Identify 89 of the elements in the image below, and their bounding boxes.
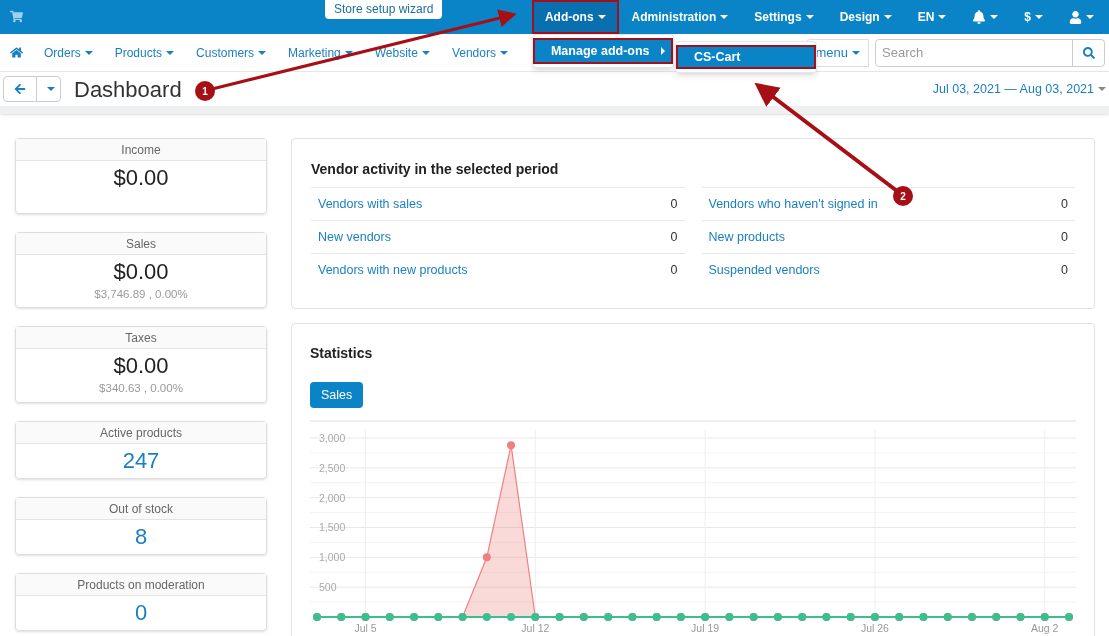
- nav-item[interactable]: Customers: [185, 43, 278, 62]
- caret-right-icon: [660, 47, 665, 55]
- caret-icon: [84, 50, 93, 55]
- caret-icon: [1035, 15, 1043, 19]
- caret-icon: [421, 50, 430, 55]
- nav-item[interactable]: Marketing: [277, 43, 364, 62]
- panel-title: Statistics: [310, 344, 374, 363]
- caret-icon: [938, 15, 947, 19]
- top-menu-item[interactable]: Add-ons: [531, 0, 619, 34]
- activity-link[interactable]: Vendors with new products: [318, 260, 468, 280]
- activity-link[interactable]: Vendors who haven't signed in: [708, 194, 878, 214]
- stat-label: Out of stock: [16, 497, 266, 520]
- axis-label: Jul 12: [521, 622, 550, 634]
- top-menu-item[interactable]: Administration: [618, 0, 742, 34]
- nav-item[interactable]: Orders: [33, 43, 104, 62]
- point: [507, 613, 516, 621]
- activity-link[interactable]: Vendors with sales: [318, 194, 423, 214]
- stat-value: 0: [134, 598, 148, 627]
- axis-label: 1,500: [319, 521, 346, 534]
- arrow-left-icon: [14, 83, 26, 95]
- bell-icon: [972, 10, 987, 24]
- tab[interactable]: Sales: [310, 382, 364, 408]
- axis-label: Jul 26: [860, 622, 889, 634]
- stat-value: 8: [134, 522, 148, 551]
- point: [482, 613, 491, 621]
- activity-count: 0: [670, 261, 678, 279]
- user-icon: [1069, 10, 1082, 24]
- activity-link[interactable]: Suspended vendors: [708, 260, 820, 280]
- axis-label: 1,000: [319, 551, 346, 564]
- axis-label: Jul 19: [691, 622, 720, 634]
- stat-comparison: $3,746.89 , 0.00%: [94, 287, 188, 302]
- activity-count: 0: [1061, 261, 1068, 279]
- top-menu-item[interactable]: EN: [904, 0, 960, 34]
- axis-label: 3,000: [319, 431, 346, 444]
- axis-label: Aug 2: [1031, 622, 1059, 634]
- step-badge: 1: [195, 81, 215, 101]
- caret-icon: [990, 15, 999, 19]
- point: [482, 553, 491, 562]
- caret-icon: [166, 50, 175, 55]
- caret-icon: [852, 50, 860, 55]
- stat-label: Income: [16, 139, 266, 161]
- caret-icon: [1098, 87, 1106, 91]
- top-menu-item[interactable]: Settings: [741, 0, 827, 34]
- caret-icon: [344, 50, 353, 55]
- nav-item[interactable]: Website: [363, 43, 441, 62]
- stat-value: $0.00: [113, 164, 169, 192]
- activity-count: 0: [670, 228, 678, 246]
- menu-item[interactable]: Manage add-ons: [532, 38, 673, 64]
- axis-label: 2,500: [319, 461, 346, 474]
- cart-icon[interactable]: [10, 10, 23, 23]
- axis-label: 500: [319, 581, 337, 594]
- stat-label: Active products: [16, 421, 266, 444]
- activity-count: 0: [1061, 228, 1068, 246]
- stat-value: 247: [122, 446, 160, 475]
- search-input[interactable]: Search: [876, 39, 1072, 66]
- top-menu-item[interactable]: Design: [826, 0, 905, 34]
- top-menu-item[interactable]: $: [1011, 0, 1056, 34]
- submenu-item[interactable]: CS-Cart: [675, 45, 816, 69]
- caret-icon: [805, 15, 814, 19]
- stat-label: Products on moderation: [16, 573, 266, 596]
- stat-value: $0.00: [113, 258, 169, 286]
- caret-icon: [46, 87, 55, 91]
- activity-count: 0: [670, 195, 678, 213]
- nav-item[interactable]: Products: [103, 43, 186, 62]
- nav-item[interactable]: Vendors: [440, 43, 519, 62]
- panel-title: Vendor activity in the selected period: [311, 160, 560, 179]
- date-range-picker[interactable]: Jul 03, 2021 — Aug 03, 2021: [932, 79, 1106, 99]
- activity-link[interactable]: New products: [708, 227, 785, 247]
- wizard-button[interactable]: Store setup wizard: [325, 0, 443, 19]
- stat-label: Taxes: [16, 327, 266, 350]
- axis-label: Jul 5: [354, 622, 377, 634]
- home-icon[interactable]: [10, 46, 23, 59]
- stat-label: Sales: [16, 233, 266, 255]
- stat-comparison: $340.63 , 0.00%: [99, 381, 183, 397]
- activity-count: 0: [1061, 195, 1068, 213]
- search-icon: [1082, 46, 1095, 59]
- page-title: Dashboard: [74, 75, 182, 104]
- axis-label: 2,000: [319, 491, 346, 504]
- point: [507, 441, 516, 450]
- caret-icon: [883, 15, 892, 19]
- step-badge: 2: [893, 186, 913, 206]
- stat-value: $0.00: [113, 352, 169, 381]
- caret-icon: [720, 15, 729, 19]
- caret-icon: [597, 15, 606, 19]
- caret-icon: [258, 50, 267, 55]
- caret-icon: [1086, 15, 1094, 19]
- caret-icon: [499, 50, 508, 55]
- activity-link[interactable]: New vendors: [318, 227, 391, 247]
- search-field[interactable]: Search: [875, 38, 1105, 67]
